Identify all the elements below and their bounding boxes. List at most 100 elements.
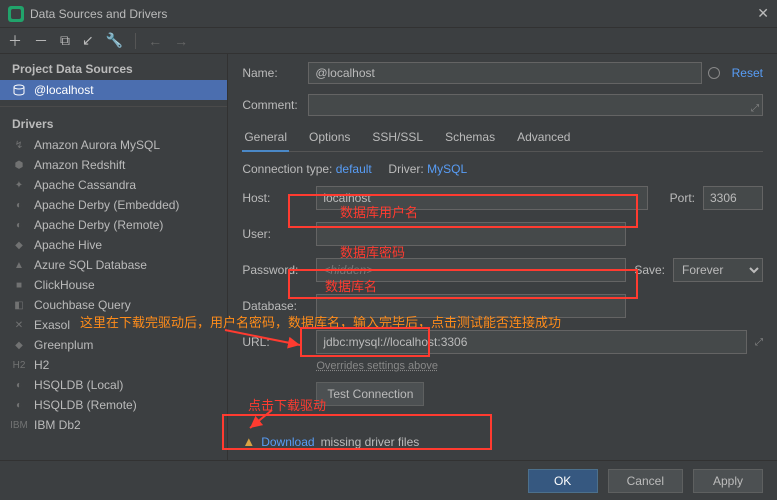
driver-label: HSQLDB (Remote) <box>34 398 137 412</box>
close-icon[interactable]: ✕ <box>757 5 769 22</box>
override-text: Overrides settings above <box>316 360 763 372</box>
driver-label: IBM Db2 <box>34 418 81 432</box>
driver-label: Greenplum <box>34 338 93 352</box>
driver-label: Apache Derby (Embedded) <box>34 198 179 212</box>
save-select[interactable]: Forever <box>673 258 763 282</box>
datasource-label: @localhost <box>34 83 94 97</box>
driver-label: HSQLDB (Local) <box>34 378 123 392</box>
driver-link[interactable]: MySQL <box>427 162 467 176</box>
save-label: Save: <box>634 263 665 277</box>
apply-button[interactable]: Apply <box>693 469 763 493</box>
driver-item[interactable]: ✕ Exasol <box>0 315 227 335</box>
driver-item[interactable]: ◆ Apache Hive <box>0 235 227 255</box>
download-link[interactable]: Download <box>261 435 314 449</box>
name-label: Name: <box>242 66 308 80</box>
password-input[interactable] <box>316 258 626 282</box>
window-title: Data Sources and Drivers <box>30 7 757 21</box>
tab-schemas[interactable]: Schemas <box>443 126 497 151</box>
driver-icon: ↯ <box>12 138 26 152</box>
connection-type-label: Connection type: <box>242 162 332 176</box>
password-label: Password: <box>242 263 308 277</box>
driver-label: Driver: <box>388 162 423 176</box>
driver-label: Couchbase Query <box>34 298 131 312</box>
driver-icon: ■ <box>12 278 26 292</box>
comment-input[interactable] <box>308 94 763 116</box>
driver-label: Apache Hive <box>34 238 102 252</box>
host-label: Host: <box>242 191 308 205</box>
tab-ssh-ssl[interactable]: SSH/SSL <box>370 126 425 151</box>
driver-label: ClickHouse <box>34 278 95 292</box>
back-icon[interactable]: ← <box>148 33 162 49</box>
make-global-icon[interactable]: ↙ <box>82 32 94 49</box>
driver-item[interactable]: H2 H2 <box>0 355 227 375</box>
driver-item[interactable]: ⬢ Amazon Redshift <box>0 155 227 175</box>
driver-label: Amazon Aurora MySQL <box>34 138 160 152</box>
datasource-item[interactable]: @localhost <box>0 80 227 100</box>
driver-item[interactable]: ◧ Couchbase Query <box>0 295 227 315</box>
tab-options[interactable]: Options <box>307 126 352 151</box>
url-input[interactable] <box>316 330 747 354</box>
copy-button[interactable]: ⧉ <box>60 32 70 49</box>
app-icon <box>8 6 24 22</box>
settings-icon[interactable]: 🔧 <box>106 32 123 49</box>
ok-button[interactable]: OK <box>528 469 598 493</box>
driver-item[interactable]: ✦ Apache Cassandra <box>0 175 227 195</box>
driver-label: Apache Cassandra <box>34 178 136 192</box>
driver-item[interactable]: ▲ Azure SQL Database <box>0 255 227 275</box>
tab-general[interactable]: General <box>242 126 289 152</box>
download-text: missing driver files <box>321 435 420 449</box>
test-connection-button[interactable]: Test Connection <box>316 382 424 406</box>
driver-icon: ◐ <box>12 198 26 212</box>
port-label: Port: <box>670 191 695 205</box>
database-input[interactable] <box>316 294 626 318</box>
cancel-button[interactable]: Cancel <box>608 469 683 493</box>
driver-item[interactable]: ◆ Greenplum <box>0 335 227 355</box>
driver-label: Apache Derby (Remote) <box>34 218 163 232</box>
driver-icon: ◆ <box>12 338 26 352</box>
driver-item[interactable]: ◐ Apache Derby (Embedded) <box>0 195 227 215</box>
connection-type-link[interactable]: default <box>336 162 372 176</box>
driver-label: Amazon Redshift <box>34 158 125 172</box>
separator <box>135 33 136 49</box>
driver-icon: ▲ <box>12 258 26 272</box>
database-label: Database: <box>242 299 308 313</box>
name-input[interactable] <box>308 62 701 84</box>
driver-item[interactable]: ◐ Apache Derby (Remote) <box>0 215 227 235</box>
driver-icon: H2 <box>12 358 26 372</box>
driver-icon: ✕ <box>12 318 26 332</box>
datasource-icon <box>12 83 26 97</box>
user-input[interactable] <box>316 222 626 246</box>
driver-icon: IBM <box>12 418 26 432</box>
driver-item[interactable]: ◐ HSQLDB (Local) <box>0 375 227 395</box>
url-expand-icon[interactable]: ⤢ <box>755 337 763 348</box>
driver-icon: ◐ <box>12 398 26 412</box>
driver-icon: ◧ <box>12 298 26 312</box>
driver-label: Azure SQL Database <box>34 258 147 272</box>
driver-icon: ◆ <box>12 238 26 252</box>
forward-icon[interactable]: → <box>174 33 188 49</box>
tab-advanced[interactable]: Advanced <box>515 126 572 151</box>
url-label: URL: <box>242 335 308 349</box>
driver-item[interactable]: IBM IBM Db2 <box>0 415 227 435</box>
driver-item[interactable]: ◐ HSQLDB (Remote) <box>0 395 227 415</box>
remove-button[interactable]: － <box>34 31 48 51</box>
comment-label: Comment: <box>242 98 308 112</box>
driver-label: H2 <box>34 358 49 372</box>
expand-icon[interactable]: ⤢ <box>751 103 759 114</box>
project-data-sources-header: Project Data Sources <box>0 54 227 80</box>
host-input[interactable] <box>316 186 647 210</box>
driver-item[interactable]: ■ ClickHouse <box>0 275 227 295</box>
port-input[interactable] <box>703 186 763 210</box>
drivers-header: Drivers <box>0 106 227 135</box>
driver-icon: ✦ <box>12 178 26 192</box>
add-button[interactable]: ＋ <box>8 31 22 51</box>
driver-icon: ◐ <box>12 378 26 392</box>
driver-item[interactable]: ↯ Amazon Aurora MySQL <box>0 135 227 155</box>
driver-icon: ⬢ <box>12 158 26 172</box>
user-label: User: <box>242 227 308 241</box>
driver-label: Exasol <box>34 318 70 332</box>
reset-link[interactable]: Reset <box>732 66 763 80</box>
driver-icon: ◐ <box>12 218 26 232</box>
warning-icon: ▲ <box>242 434 255 449</box>
color-picker-icon[interactable] <box>708 67 720 79</box>
